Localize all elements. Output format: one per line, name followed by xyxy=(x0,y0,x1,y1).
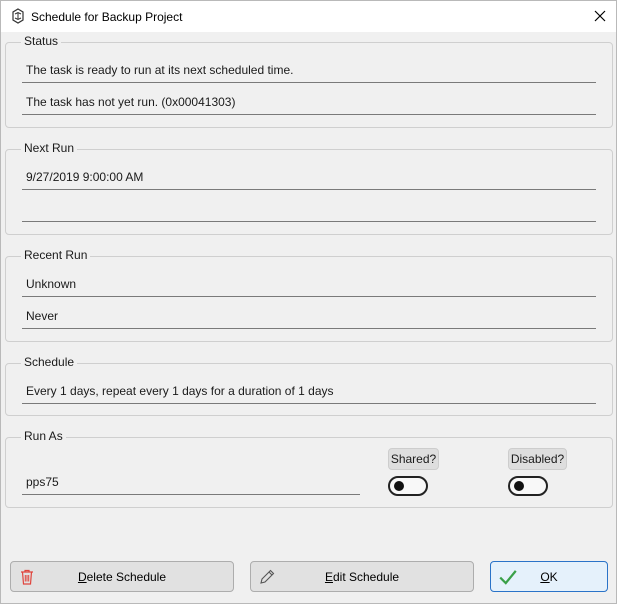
run-as-group: Run As pps75 Shared? Disabled? xyxy=(5,429,613,508)
ok-button[interactable]: OK xyxy=(490,561,608,592)
schedule-dialog: Schedule for Backup Project Status The t… xyxy=(0,0,617,604)
delete-schedule-label: Delete Schedule xyxy=(77,570,167,584)
next-run-time-field: 9/27/2019 9:00:00 AM xyxy=(22,166,596,190)
close-button[interactable] xyxy=(586,5,614,27)
run-as-legend: Run As xyxy=(21,429,66,443)
run-as-user-field: pps75 xyxy=(22,471,360,495)
close-icon xyxy=(594,10,606,22)
title-bar: Schedule for Backup Project xyxy=(1,1,616,32)
next-run-group: Next Run 9/27/2019 9:00:00 AM xyxy=(5,141,613,235)
shared-toggle[interactable] xyxy=(388,476,428,496)
status-message-field: The task is ready to run at its next sch… xyxy=(22,59,596,83)
recent-run-legend: Recent Run xyxy=(21,248,91,262)
disabled-toggle-knob xyxy=(514,481,524,491)
next-run-legend: Next Run xyxy=(21,141,78,155)
status-legend: Status xyxy=(21,34,62,48)
delete-schedule-button[interactable]: Delete Schedule xyxy=(10,561,234,592)
recent-run-time-field: Never xyxy=(22,305,596,329)
recent-run-result-field: Unknown xyxy=(22,273,596,297)
disabled-toggle[interactable] xyxy=(508,476,548,496)
schedule-description-field: Every 1 days, repeat every 1 days for a … xyxy=(22,380,596,404)
recent-run-group: Recent Run Unknown Never xyxy=(5,248,613,342)
app-icon xyxy=(12,8,24,24)
ok-label: OK xyxy=(540,570,558,584)
edit-schedule-label: Edit Schedule xyxy=(324,570,400,584)
shared-toggle-knob xyxy=(394,481,404,491)
disabled-label: Disabled? xyxy=(508,448,567,470)
next-run-extra-field xyxy=(22,198,596,222)
edit-schedule-button[interactable]: Edit Schedule xyxy=(250,561,474,592)
schedule-group: Schedule Every 1 days, repeat every 1 da… xyxy=(5,355,613,416)
status-result-field: The task has not yet run. (0x00041303) xyxy=(22,91,596,115)
window-title: Schedule for Backup Project xyxy=(31,10,183,24)
schedule-legend: Schedule xyxy=(21,355,78,369)
shared-label: Shared? xyxy=(388,448,439,470)
status-group: Status The task is ready to run at its n… xyxy=(5,34,613,128)
